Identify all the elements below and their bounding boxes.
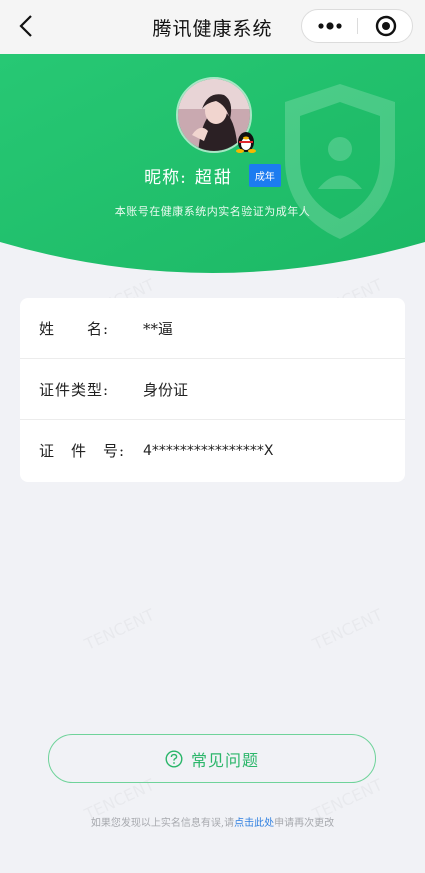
more-dots-icon (317, 22, 342, 30)
id-type-value: 身份证 (143, 381, 189, 399)
info-row-id-type: 证件类型: 身份证 (20, 359, 405, 420)
info-row-name: 姓 名: **逼 (20, 298, 405, 359)
qq-penguin-icon (236, 132, 256, 153)
verification-note: 本账号在健康系统内实名验证为成年人 (114, 205, 311, 218)
footer-prefix: 如果您发现以上实名信息有误,请 (90, 818, 235, 829)
close-button[interactable] (358, 10, 413, 42)
watermark: TENCENT (81, 605, 157, 654)
nav-bar: 腾讯健康系统 (0, 0, 425, 54)
target-close-icon (375, 15, 396, 37)
faq-button[interactable]: 常见问题 (48, 734, 376, 783)
more-button[interactable] (302, 10, 357, 42)
name-value: **逼 (143, 320, 174, 338)
mini-program-capsule (301, 9, 413, 43)
footer-note: 如果您发现以上实名信息有误,请点击此处申请再次更改 (0, 814, 425, 829)
nickname-label: 昵称: (144, 168, 187, 188)
footer-suffix: 申请再次更改 (274, 818, 335, 829)
name-label: 姓 名: (39, 320, 110, 338)
edit-link[interactable]: 点击此处 (234, 818, 274, 829)
question-circle-icon (165, 749, 183, 768)
adult-badge: 成年 (248, 164, 281, 187)
info-row-id-number: 证 件 号: 4****************X (20, 420, 405, 481)
faq-label: 常见问题 (190, 750, 259, 770)
id-number-label: 证 件 号: (39, 442, 126, 460)
watermark: TENCENT (309, 605, 385, 654)
id-type-label: 证件类型: (39, 381, 110, 399)
identity-card: 姓 名: **逼 证件类型: 身份证 证 件 号: 4*************… (20, 298, 405, 482)
nickname-row: 昵称: 超甜 成年 (0, 163, 425, 188)
id-number-value: 4****************X (143, 442, 274, 459)
nickname-value: 超甜 (194, 168, 233, 188)
